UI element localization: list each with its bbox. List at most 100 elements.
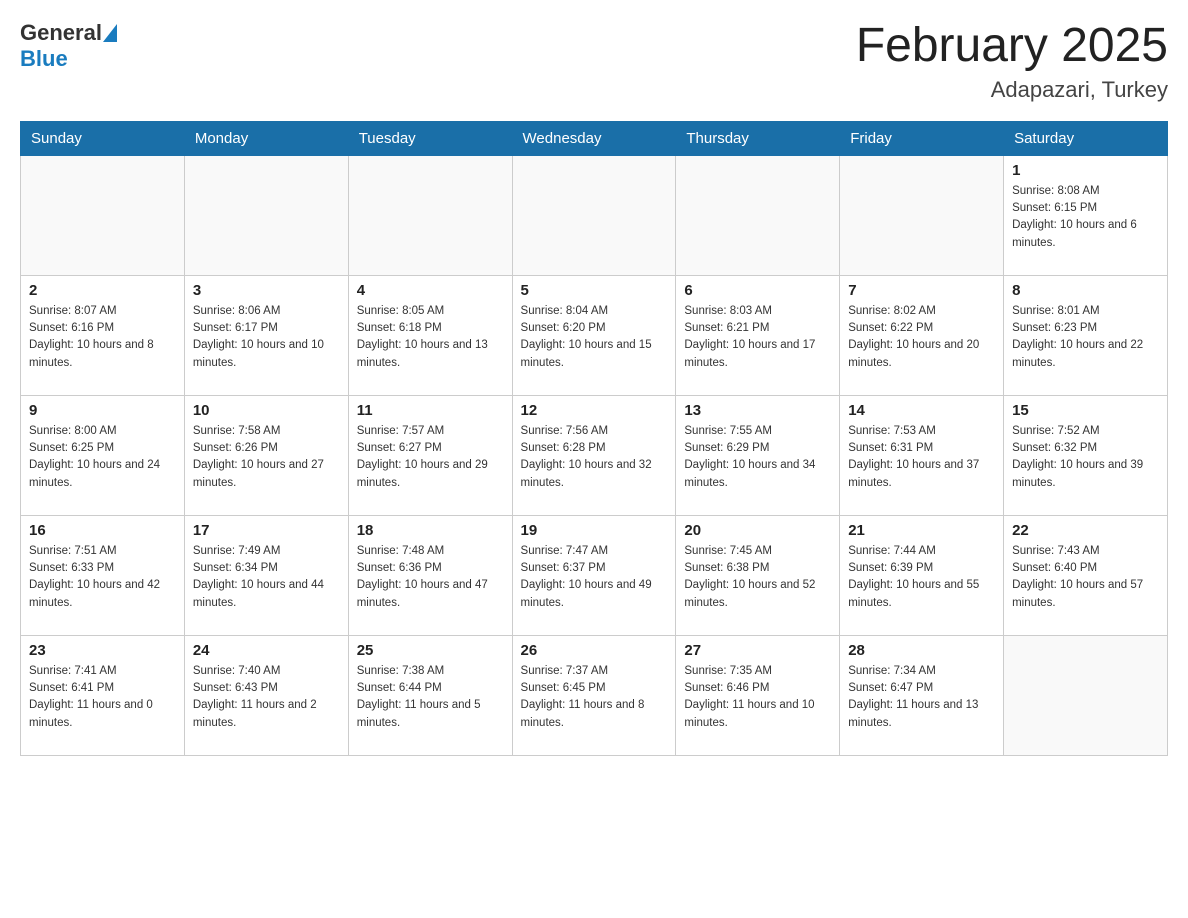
calendar-header-wednesday: Wednesday bbox=[512, 121, 676, 155]
day-number: 5 bbox=[521, 282, 668, 299]
calendar-cell bbox=[21, 155, 185, 275]
day-number: 26 bbox=[521, 642, 668, 659]
day-number: 23 bbox=[29, 642, 176, 659]
day-info: Sunrise: 8:04 AMSunset: 6:20 PMDaylight:… bbox=[521, 303, 668, 372]
day-number: 2 bbox=[29, 282, 176, 299]
calendar-week-3: 9 Sunrise: 8:00 AMSunset: 6:25 PMDaylight… bbox=[21, 395, 1168, 515]
calendar-cell bbox=[348, 155, 512, 275]
day-info: Sunrise: 8:01 AMSunset: 6:23 PMDaylight:… bbox=[1012, 303, 1159, 372]
day-info: Sunrise: 7:53 AMSunset: 6:31 PMDaylight:… bbox=[848, 423, 995, 492]
day-number: 10 bbox=[193, 402, 340, 419]
calendar-cell: 22 Sunrise: 7:43 AMSunset: 6:40 PMDayligh… bbox=[1004, 515, 1168, 635]
day-info: Sunrise: 7:37 AMSunset: 6:45 PMDaylight:… bbox=[521, 663, 668, 732]
calendar-cell: 6 Sunrise: 8:03 AMSunset: 6:21 PMDaylight… bbox=[676, 275, 840, 395]
day-number: 3 bbox=[193, 282, 340, 299]
day-info: Sunrise: 7:58 AMSunset: 6:26 PMDaylight:… bbox=[193, 423, 340, 492]
calendar-cell bbox=[512, 155, 676, 275]
day-info: Sunrise: 8:08 AMSunset: 6:15 PMDaylight:… bbox=[1012, 183, 1159, 252]
calendar-cell: 26 Sunrise: 7:37 AMSunset: 6:45 PMDayligh… bbox=[512, 635, 676, 755]
calendar-cell bbox=[676, 155, 840, 275]
day-number: 21 bbox=[848, 522, 995, 539]
day-info: Sunrise: 7:55 AMSunset: 6:29 PMDaylight:… bbox=[684, 423, 831, 492]
day-number: 24 bbox=[193, 642, 340, 659]
calendar-cell: 14 Sunrise: 7:53 AMSunset: 6:31 PMDayligh… bbox=[840, 395, 1004, 515]
calendar-cell: 1 Sunrise: 8:08 AMSunset: 6:15 PMDaylight… bbox=[1004, 155, 1168, 275]
calendar-cell: 25 Sunrise: 7:38 AMSunset: 6:44 PMDayligh… bbox=[348, 635, 512, 755]
calendar-cell: 7Sunrise: 8:02 AMSunset: 6:22 PMDaylight… bbox=[840, 275, 1004, 395]
calendar-cell bbox=[184, 155, 348, 275]
day-info: Sunrise: 7:57 AMSunset: 6:27 PMDaylight:… bbox=[357, 423, 504, 492]
day-info: Sunrise: 7:35 AMSunset: 6:46 PMDaylight:… bbox=[684, 663, 831, 732]
day-info: Sunrise: 8:03 AMSunset: 6:21 PMDaylight:… bbox=[684, 303, 831, 372]
page-header: General Blue February 2025 Adapazari, Tu… bbox=[20, 20, 1168, 103]
day-info: Sunrise: 7:48 AMSunset: 6:36 PMDaylight:… bbox=[357, 543, 504, 612]
calendar-week-5: 23 Sunrise: 7:41 AMSunset: 6:41 PMDayligh… bbox=[21, 635, 1168, 755]
calendar-header-friday: Friday bbox=[840, 121, 1004, 155]
day-info: Sunrise: 7:41 AMSunset: 6:41 PMDaylight:… bbox=[29, 663, 176, 732]
day-info: Sunrise: 7:40 AMSunset: 6:43 PMDaylight:… bbox=[193, 663, 340, 732]
day-info: Sunrise: 7:44 AMSunset: 6:39 PMDaylight:… bbox=[848, 543, 995, 612]
calendar-cell: 19 Sunrise: 7:47 AMSunset: 6:37 PMDayligh… bbox=[512, 515, 676, 635]
day-info: Sunrise: 8:00 AMSunset: 6:25 PMDaylight:… bbox=[29, 423, 176, 492]
day-number: 13 bbox=[684, 402, 831, 419]
day-number: 7 bbox=[848, 282, 995, 299]
day-number: 9 bbox=[29, 402, 176, 419]
day-info: Sunrise: 7:34 AMSunset: 6:47 PMDaylight:… bbox=[848, 663, 995, 732]
logo-blue: Blue bbox=[20, 46, 68, 72]
calendar-cell: 23 Sunrise: 7:41 AMSunset: 6:41 PMDayligh… bbox=[21, 635, 185, 755]
day-number: 6 bbox=[684, 282, 831, 299]
day-number: 18 bbox=[357, 522, 504, 539]
day-info: Sunrise: 8:06 AMSunset: 6:17 PMDaylight:… bbox=[193, 303, 340, 372]
calendar-header-monday: Monday bbox=[184, 121, 348, 155]
day-info: Sunrise: 7:51 AMSunset: 6:33 PMDaylight:… bbox=[29, 543, 176, 612]
day-info: Sunrise: 8:07 AMSunset: 6:16 PMDaylight:… bbox=[29, 303, 176, 372]
calendar-header-row: SundayMondayTuesdayWednesdayThursdayFrid… bbox=[21, 121, 1168, 155]
day-number: 25 bbox=[357, 642, 504, 659]
day-number: 8 bbox=[1012, 282, 1159, 299]
calendar-cell bbox=[1004, 635, 1168, 755]
day-info: Sunrise: 7:43 AMSunset: 6:40 PMDaylight:… bbox=[1012, 543, 1159, 612]
calendar-week-4: 16 Sunrise: 7:51 AMSunset: 6:33 PMDayligh… bbox=[21, 515, 1168, 635]
day-number: 16 bbox=[29, 522, 176, 539]
day-number: 19 bbox=[521, 522, 668, 539]
calendar-subtitle: Adapazari, Turkey bbox=[856, 77, 1168, 103]
calendar-cell: 3 Sunrise: 8:06 AMSunset: 6:17 PMDaylight… bbox=[184, 275, 348, 395]
calendar-cell: 9 Sunrise: 8:00 AMSunset: 6:25 PMDaylight… bbox=[21, 395, 185, 515]
calendar-cell: 10 Sunrise: 7:58 AMSunset: 6:26 PMDayligh… bbox=[184, 395, 348, 515]
calendar-cell: 8 Sunrise: 8:01 AMSunset: 6:23 PMDaylight… bbox=[1004, 275, 1168, 395]
day-info: Sunrise: 7:45 AMSunset: 6:38 PMDaylight:… bbox=[684, 543, 831, 612]
calendar-table: SundayMondayTuesdayWednesdayThursdayFrid… bbox=[20, 121, 1168, 756]
day-info: Sunrise: 8:05 AMSunset: 6:18 PMDaylight:… bbox=[357, 303, 504, 372]
day-number: 28 bbox=[848, 642, 995, 659]
calendar-cell: 28 Sunrise: 7:34 AMSunset: 6:47 PMDayligh… bbox=[840, 635, 1004, 755]
day-info: Sunrise: 7:56 AMSunset: 6:28 PMDaylight:… bbox=[521, 423, 668, 492]
day-number: 14 bbox=[848, 402, 995, 419]
day-number: 1 bbox=[1012, 162, 1159, 179]
logo: General Blue bbox=[20, 20, 117, 72]
title-area: February 2025 Adapazari, Turkey bbox=[856, 20, 1168, 103]
calendar-cell: 18 Sunrise: 7:48 AMSunset: 6:36 PMDayligh… bbox=[348, 515, 512, 635]
calendar-cell: 13 Sunrise: 7:55 AMSunset: 6:29 PMDayligh… bbox=[676, 395, 840, 515]
calendar-header-tuesday: Tuesday bbox=[348, 121, 512, 155]
calendar-title: February 2025 bbox=[856, 20, 1168, 73]
calendar-week-2: 2 Sunrise: 8:07 AMSunset: 6:16 PMDaylight… bbox=[21, 275, 1168, 395]
day-info: Sunrise: 7:47 AMSunset: 6:37 PMDaylight:… bbox=[521, 543, 668, 612]
day-info: Sunrise: 7:49 AMSunset: 6:34 PMDaylight:… bbox=[193, 543, 340, 612]
logo-general: General bbox=[20, 20, 102, 46]
day-info: Sunrise: 7:52 AMSunset: 6:32 PMDaylight:… bbox=[1012, 423, 1159, 492]
calendar-cell: 4Sunrise: 8:05 AMSunset: 6:18 PMDaylight… bbox=[348, 275, 512, 395]
day-number: 11 bbox=[357, 402, 504, 419]
calendar-cell: 27 Sunrise: 7:35 AMSunset: 6:46 PMDayligh… bbox=[676, 635, 840, 755]
calendar-cell: 16 Sunrise: 7:51 AMSunset: 6:33 PMDayligh… bbox=[21, 515, 185, 635]
logo-triangle-icon bbox=[103, 24, 117, 42]
day-number: 22 bbox=[1012, 522, 1159, 539]
day-number: 20 bbox=[684, 522, 831, 539]
calendar-cell bbox=[840, 155, 1004, 275]
calendar-cell: 2 Sunrise: 8:07 AMSunset: 6:16 PMDaylight… bbox=[21, 275, 185, 395]
calendar-cell: 20 Sunrise: 7:45 AMSunset: 6:38 PMDayligh… bbox=[676, 515, 840, 635]
day-number: 15 bbox=[1012, 402, 1159, 419]
calendar-cell: 24 Sunrise: 7:40 AMSunset: 6:43 PMDayligh… bbox=[184, 635, 348, 755]
day-number: 27 bbox=[684, 642, 831, 659]
day-info: Sunrise: 7:38 AMSunset: 6:44 PMDaylight:… bbox=[357, 663, 504, 732]
calendar-header-thursday: Thursday bbox=[676, 121, 840, 155]
